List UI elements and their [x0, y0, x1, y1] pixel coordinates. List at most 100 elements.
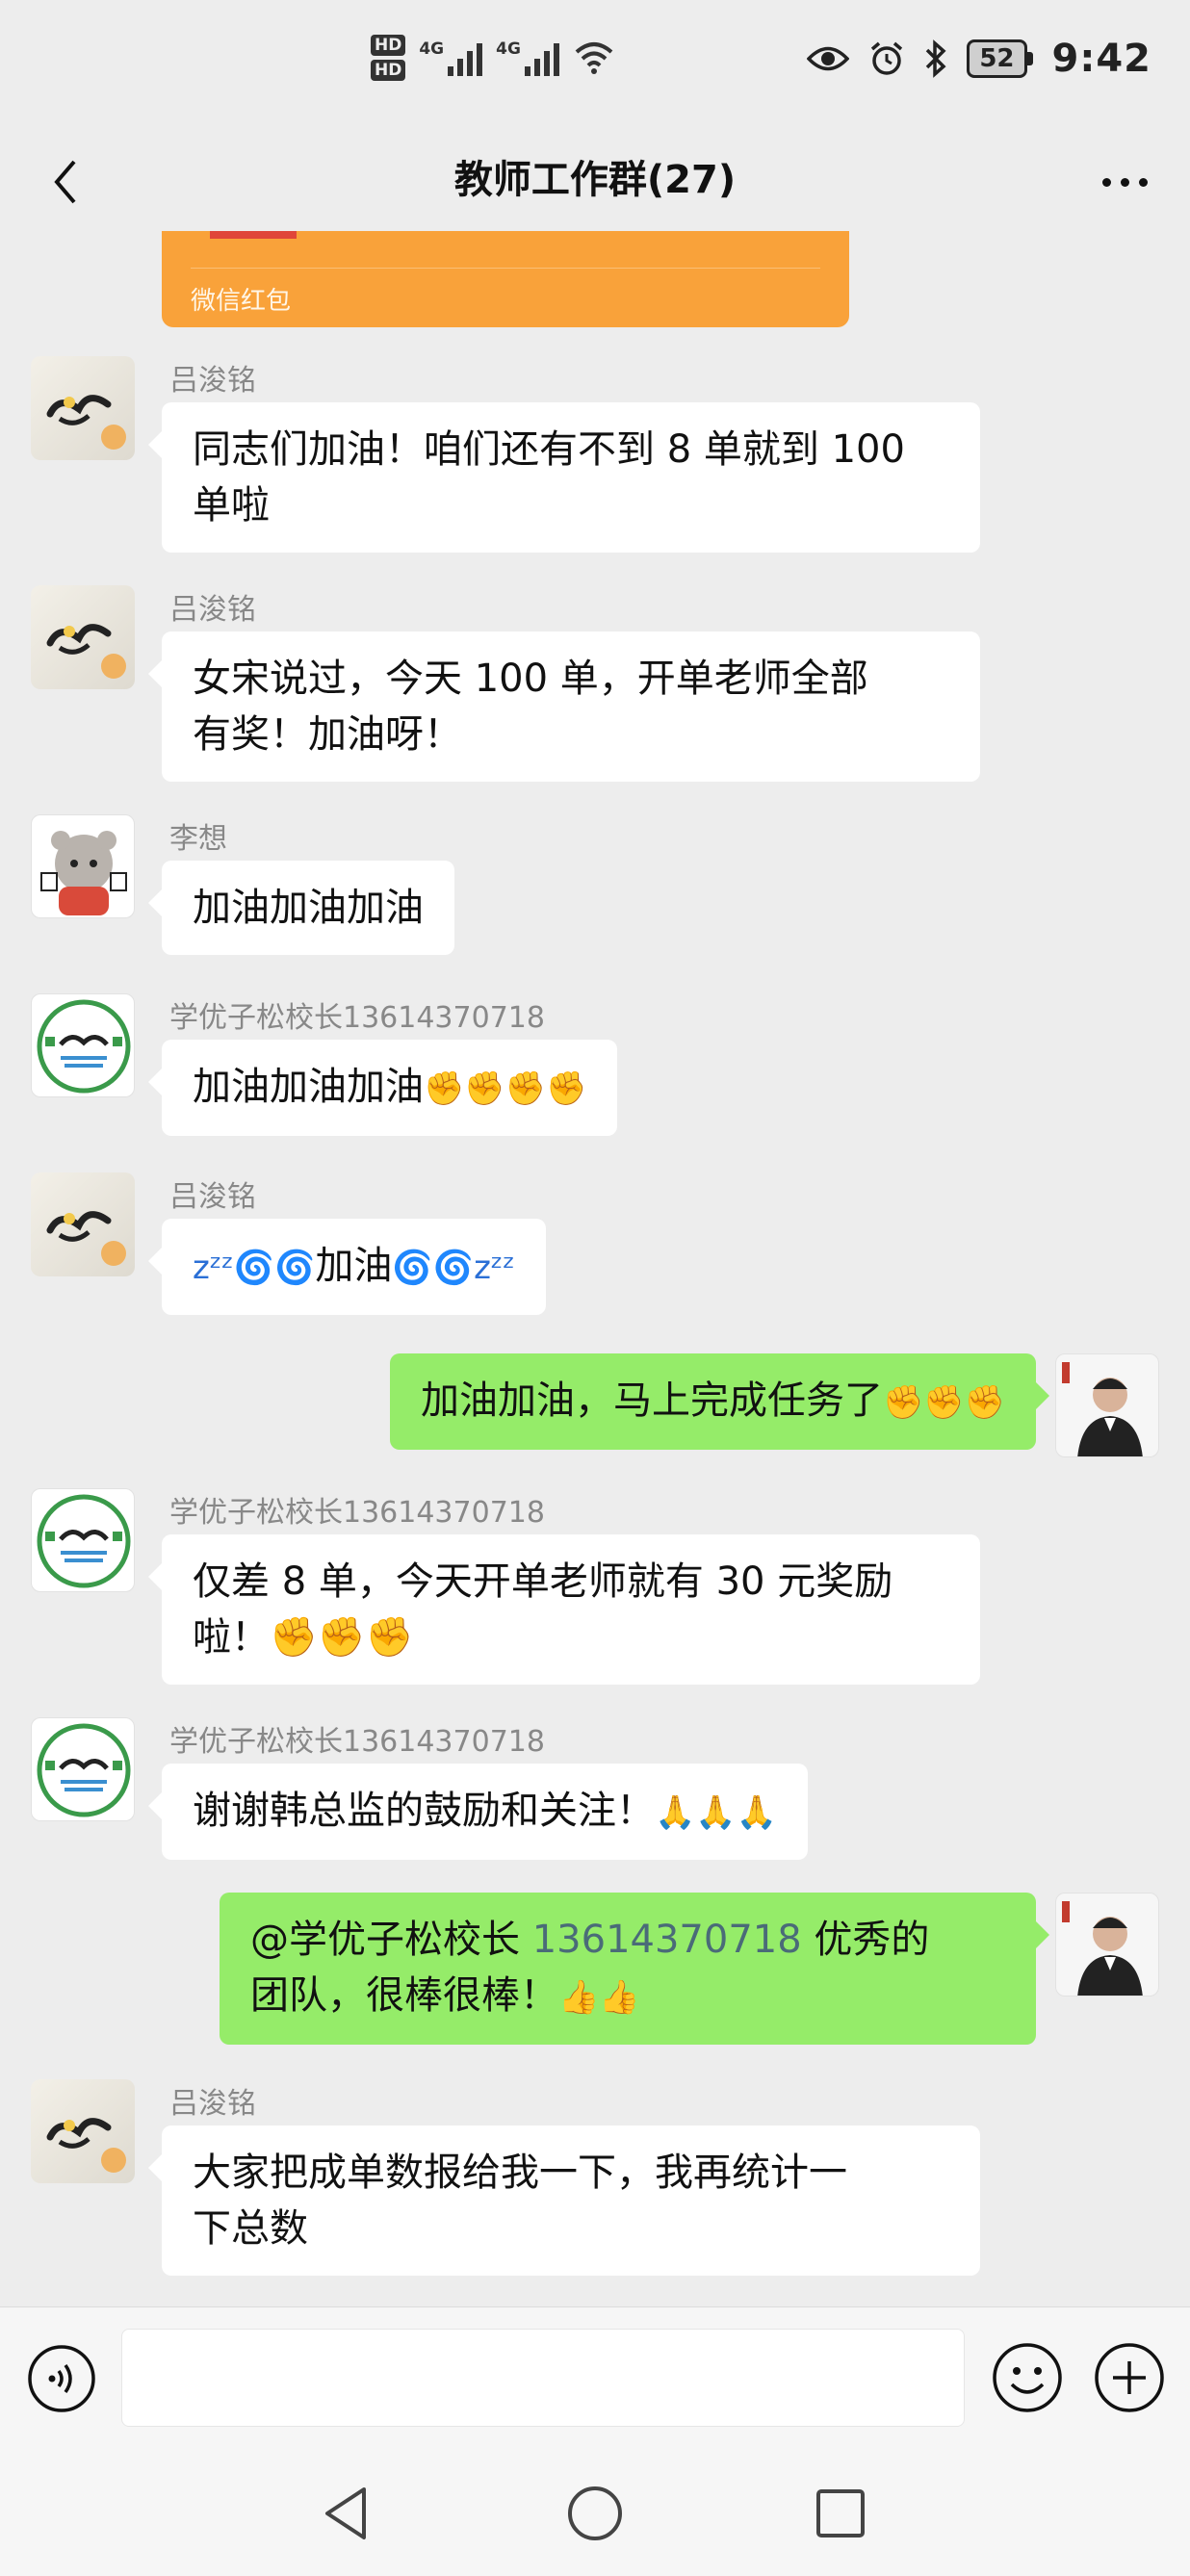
message-text: 有奖！加油呀！: [193, 712, 462, 757]
pray-emoji: 🙏🙏🙏: [655, 1793, 778, 1832]
mention-text[interactable]: @学优子松校长: [250, 1918, 532, 1962]
sender-name: 学优子松校长13614370718: [169, 1001, 545, 1035]
signal-2: 4G: [496, 39, 559, 76]
avatar[interactable]: [31, 1172, 135, 1276]
mention-phone-link[interactable]: 13614370718: [532, 1918, 802, 1962]
circle-home-icon: [568, 2486, 622, 2540]
voice-icon: [28, 2345, 95, 2412]
message-text: 团队，很棒很棒！: [250, 1973, 558, 2018]
message-text: 谢谢韩总监的鼓励和关注！: [193, 1789, 655, 1833]
message-bubble[interactable]: 加油加油加油✊✊✊✊: [147, 1040, 618, 1136]
message-bubble[interactable]: 仅差 8 单，今天开单老师就有 30 元奖励 啦！✊✊✊: [148, 1534, 980, 1685]
message-bubble[interactable]: 女宋说过，今天 100 单，开单老师全部 有奖！加油呀！: [148, 631, 980, 782]
battery-level: 52: [967, 39, 1027, 78]
chat-header: 教师工作群(27): [0, 135, 1190, 231]
red-packet-message[interactable]: 微信红包: [162, 231, 849, 327]
emoji-button[interactable]: [992, 2342, 1063, 2413]
message-item: 学优子松校长13614370718 仅差 8 单，今天开单老师就有 30 元奖励…: [0, 1488, 1190, 1690]
hd-indicators: HD HD: [371, 35, 406, 81]
message-bubble[interactable]: 同志们加油！咱们还有不到 8 单就到 100 单啦: [148, 402, 980, 553]
school-logo-avatar[interactable]: [31, 1717, 135, 1821]
message-text: 加油: [315, 1244, 393, 1288]
thumbs-up-emoji: 👍👍: [558, 1978, 640, 2017]
avatar[interactable]: [31, 814, 135, 918]
school-logo-avatar[interactable]: [31, 1488, 135, 1592]
more-dot-icon: [1120, 177, 1129, 187]
sender-name: 学优子松校长13614370718: [169, 1725, 545, 1759]
message-text: 加油加油加油: [193, 886, 424, 930]
page-title: 教师工作群(27): [453, 158, 737, 202]
network-type-1: 4G: [419, 39, 445, 59]
message-item: 吕浚铭 大家把成单数报给我一下，我再统计一 下总数: [0, 2079, 1190, 2281]
avatar[interactable]: [31, 356, 135, 460]
message-text: 啦！✊✊✊: [193, 1615, 414, 1660]
message-bubble[interactable]: 加油加油，马上完成任务了✊✊✊: [389, 1353, 1050, 1450]
message-item: 学优子松校长13614370718 谢谢韩总监的鼓励和关注！🙏🙏🙏: [0, 1717, 1190, 1871]
more-options-button[interactable]: [1086, 148, 1163, 216]
message-bubble[interactable]: @学优子松校长 13614370718 优秀的 团队，很棒很棒！👍👍: [220, 1893, 1049, 2045]
message-text: 同志们加油！咱们还有不到 8 单就到 100: [193, 427, 905, 472]
message-list[interactable]: 微信红包 吕浚铭 同志们加油！咱们还有不到 8 单就到 100 单啦 吕浚铭 女…: [0, 231, 1190, 2306]
avatar[interactable]: [31, 585, 135, 689]
status-bar: HD HD 4G 4G 52 9:42: [0, 0, 1190, 135]
message-item: @学优子松校长 13614370718 优秀的 团队，很棒很棒！👍👍: [0, 1893, 1190, 2066]
sender-name: 学优子松校长13614370718: [169, 1496, 545, 1530]
message-bubble[interactable]: 大家把成单数报给我一下，我再统计一 下总数: [148, 2125, 980, 2276]
message-bubble[interactable]: zᶻᶻ🌀🌀加油🌀🌀zᶻᶻ: [148, 1219, 546, 1315]
wifi-icon: [575, 42, 613, 74]
system-indicators: 52 9:42: [807, 37, 1151, 81]
more-dot-icon: [1101, 177, 1111, 187]
clock: 9:42: [1051, 37, 1151, 81]
message-item: 吕浚铭 女宋说过，今天 100 单，开单老师全部 有奖！加油呀！: [0, 585, 1190, 787]
network-type-2: 4G: [496, 39, 521, 59]
my-avatar[interactable]: [1055, 1353, 1159, 1457]
message-text: 单啦: [193, 483, 270, 528]
message-text: 大家把成单数报给我一下，我再统计一: [193, 2151, 847, 2195]
red-packet-icon: [210, 231, 297, 239]
sender-name: 吕浚铭: [169, 2087, 256, 2121]
school-logo-avatar[interactable]: [31, 993, 135, 1097]
system-recents-button[interactable]: [807, 2480, 874, 2547]
message-bubble[interactable]: 加油加油加油: [148, 861, 454, 955]
system-home-button[interactable]: [561, 2480, 629, 2547]
message-text: 加油加油加油: [193, 1065, 424, 1109]
signal-1: 4G: [419, 39, 483, 76]
system-back-button[interactable]: [314, 2480, 381, 2547]
signal-bars-icon: [448, 39, 483, 76]
message-item: 吕浚铭 同志们加油！咱们还有不到 8 单就到 100 单啦: [0, 356, 1190, 558]
signal-bars-icon: [524, 39, 559, 76]
sender-name: 吕浚铭: [169, 364, 256, 398]
sender-name: 吕浚铭: [169, 1180, 256, 1214]
input-bar: [0, 2306, 1190, 2451]
my-avatar[interactable]: [1055, 1893, 1159, 1996]
system-navigation-bar: [0, 2451, 1190, 2576]
more-dot-icon: [1138, 177, 1148, 187]
eye-icon: [807, 46, 850, 71]
smiley-icon: [993, 2343, 1062, 2412]
sleep-swirl-emoji: zᶻᶻ🌀🌀: [193, 1249, 316, 1287]
message-input[interactable]: [121, 2329, 965, 2427]
message-item: 学优子松校长13614370718 加油加油加油✊✊✊✊: [0, 993, 1190, 1147]
sleep-swirl-emoji: 🌀🌀zᶻᶻ: [392, 1249, 515, 1287]
message-text: 加油加油，马上完成任务了: [420, 1378, 883, 1423]
sender-name: 李想: [169, 822, 227, 856]
square-recents-icon: [816, 2489, 865, 2537]
fist-emoji: ✊✊✊✊: [424, 1069, 587, 1108]
message-bubble[interactable]: 谢谢韩总监的鼓励和关注！🙏🙏🙏: [147, 1764, 809, 1860]
message-text: 女宋说过，今天 100 单，开单老师全部: [193, 657, 868, 701]
alarm-icon: [871, 41, 903, 75]
message-text: 仅差 8 单，今天开单老师就有 30 元奖励: [193, 1559, 893, 1604]
fist-emoji: ✊✊✊: [882, 1383, 1005, 1422]
message-text: 下总数: [193, 2206, 308, 2251]
more-actions-button[interactable]: [1094, 2342, 1165, 2413]
hd-badge-1: HD: [371, 35, 406, 56]
voice-button[interactable]: [27, 2344, 96, 2413]
message-item: 加油加油，马上完成任务了✊✊✊: [0, 1353, 1190, 1469]
plus-icon: [1095, 2343, 1164, 2412]
message-text: 优秀的: [801, 1918, 930, 1962]
bluetooth-icon: [926, 39, 946, 78]
avatar[interactable]: [31, 2079, 135, 2183]
red-packet-label: 微信红包: [191, 287, 292, 316]
network-indicators: HD HD 4G 4G: [371, 35, 615, 81]
message-item: 吕浚铭 zᶻᶻ🌀🌀加油🌀🌀zᶻᶻ: [0, 1172, 1190, 1327]
